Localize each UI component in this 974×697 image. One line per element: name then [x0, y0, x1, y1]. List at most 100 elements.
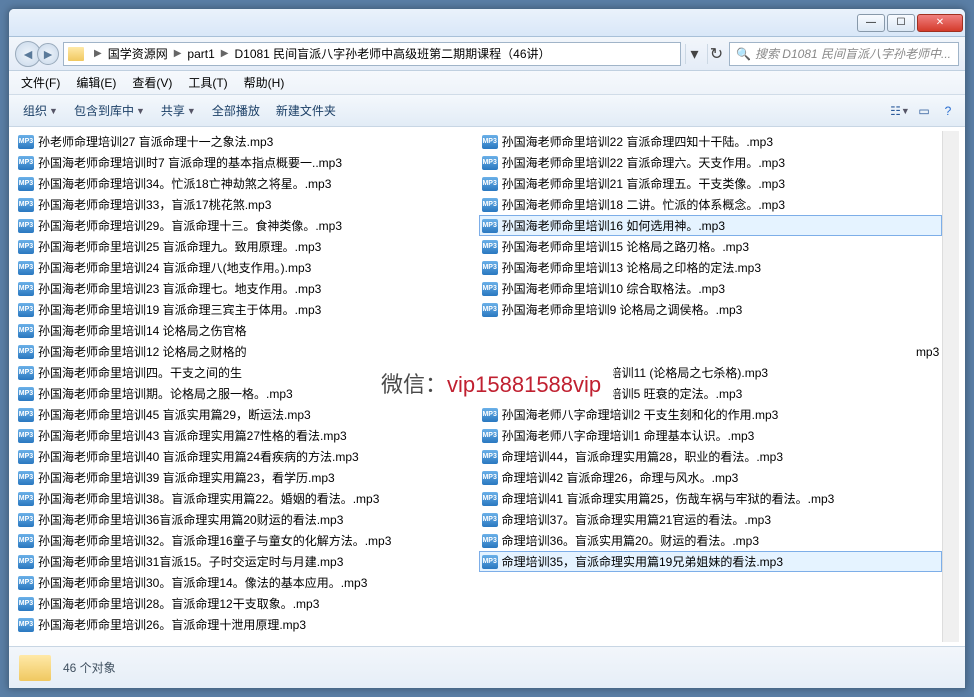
folder-icon: [19, 655, 51, 681]
file-name: 孙国海老师命里培训19 盲派命理三宾主于体用。.mp3: [38, 301, 321, 318]
status-text: 46 个对象: [63, 659, 116, 676]
file-item[interactable]: MP3孙国海老师命里培训40 盲派命理实用篇24看疾病的方法.mp3: [15, 446, 479, 467]
file-name: 命理培训42 盲派命理26，命理与风水。.mp3: [502, 469, 739, 486]
minimize-button[interactable]: —: [857, 14, 885, 32]
mp3-icon: MP3: [18, 513, 34, 527]
file-item[interactable]: MP3 孙国海老师命里培训9 论格局之调侯格。.mp3: [479, 299, 943, 320]
file-name: 孙国海老师命里培训28。盲派命理12干支取象。.mp3: [38, 595, 319, 612]
file-item[interactable]: MP3孙国海老师命里培训36盲派命理实用篇20财运的看法.mp3: [15, 509, 479, 530]
file-item[interactable]: MP3命理培训35，盲派命理实用篇19兄弟姐妹的看法.mp3: [479, 551, 943, 572]
mp3-icon: MP3: [18, 198, 34, 212]
crumb-item[interactable]: part1: [185, 47, 216, 61]
mp3-icon: MP3: [18, 534, 34, 548]
chevron-icon[interactable]: ▶: [90, 48, 106, 59]
file-name: 孙国海老师命里培训9 论格局之调侯格。.mp3: [502, 301, 743, 318]
file-name: 孙国海老师命里培训21 盲派命理五。干支类像。.mp3: [502, 175, 785, 192]
file-item[interactable]: MP3孙国海老师命里培训14 论格局之伤官格: [15, 320, 479, 341]
close-button[interactable]: ✕: [917, 14, 963, 32]
menu-help[interactable]: 帮助(H): [236, 72, 293, 93]
mp3-icon: MP3: [18, 135, 34, 149]
menubar: 文件(F) 编辑(E) 查看(V) 工具(T) 帮助(H): [9, 71, 965, 95]
mp3-icon: MP3: [18, 261, 34, 275]
file-item[interactable]: MP3孙老师命理培训27 盲派命理十一之象法.mp3: [15, 131, 479, 152]
file-item[interactable]: MP3孙国海老师命里培训15 论格局之路刃格。.mp3: [479, 236, 943, 257]
mp3-icon: MP3: [482, 135, 498, 149]
file-item[interactable]: MP3孙国海老师命里培训28。盲派命理12干支取象。.mp3: [15, 593, 479, 614]
mp3-icon: MP3: [18, 576, 34, 590]
file-list-area: MP3孙老师命理培训27 盲派命理十一之象法.mp3MP3孙国海老师命理培训时7…: [9, 127, 965, 646]
forward-button[interactable]: ►: [37, 43, 59, 65]
titlebar: — ☐ ✕: [9, 9, 965, 37]
file-item[interactable]: MP3孙国海老师命理培训时7 盲派命理的基本指点概要一..mp3: [15, 152, 479, 173]
file-name: 孙国海老师命里培训15 论格局之路刃格。.mp3: [502, 238, 749, 255]
file-item[interactable]: MP3孙国海老师命里培训38。盲派命理实用篇22。婚姻的看法。.mp3: [15, 488, 479, 509]
menu-tools[interactable]: 工具(T): [180, 72, 235, 93]
toolbar: 组织▼ 包含到库中▼ 共享▼ 全部播放 新建文件夹 ☷ ▼ ▭ ?: [9, 95, 965, 127]
mp3-icon: MP3: [482, 492, 498, 506]
folder-icon: [68, 47, 84, 61]
file-item[interactable]: MP3孙国海老师命理培训29。盲派命理十三。食神类像。.mp3: [15, 215, 479, 236]
file-item[interactable]: MP3孙国海老师命里培训21 盲派命理五。干支类像。.mp3: [479, 173, 943, 194]
file-name: 孙国海老师命里培训10 综合取格法。.mp3: [502, 280, 725, 297]
mp3-icon: MP3: [482, 471, 498, 485]
file-item[interactable]: MP3孙国海老师命里培训39 盲派命理实用篇23，看学历.mp3: [15, 467, 479, 488]
file-item[interactable]: MP3命理培训41 盲派命理实用篇25，伤哉车祸与牢狱的看法。.mp3: [479, 488, 943, 509]
file-item[interactable]: MP3孙国海老师命里培训24 盲派命理八(地支作用。).mp3: [15, 257, 479, 278]
file-item[interactable]: MP3孙国海老师命里培训16 如何选用神。.mp3: [479, 215, 943, 236]
share-button[interactable]: 共享▼: [153, 98, 204, 123]
scrollbar[interactable]: [942, 131, 959, 642]
file-name: 孙国海老师命里培训25 盲派命理九。致用原理。.mp3: [38, 238, 321, 255]
mp3-icon: MP3: [482, 303, 498, 317]
file-item[interactable]: MP3孙国海老师八字命理培训1 命理基本认识。.mp3: [479, 425, 943, 446]
breadcrumb-dropdown[interactable]: ▾: [685, 44, 703, 64]
organize-button[interactable]: 组织▼: [15, 98, 66, 123]
file-item[interactable]: MP3 命理培训42 盲派命理26，命理与风水。.mp3: [479, 467, 943, 488]
help-icon[interactable]: ?: [937, 100, 959, 122]
watermark-overlay: 微信：vip15881588vip: [369, 359, 613, 407]
file-item[interactable]: MP3孙国海老师命里培训30。盲派命理14。像法的基本应用。.mp3: [15, 572, 479, 593]
file-item[interactable]: MP3命理培训37。盲派命理实用篇21官运的看法。.mp3: [479, 509, 943, 530]
menu-edit[interactable]: 编辑(E): [68, 72, 124, 93]
breadcrumb[interactable]: ▶ 国学资源网 ▶ part1 ▶ D1081 民间盲派八字孙老师中高级班第二期…: [63, 42, 681, 66]
preview-pane-icon[interactable]: ▭: [913, 100, 935, 122]
search-placeholder: 搜索 D1081 民间盲派八字孙老师中...: [755, 45, 951, 62]
refresh-button[interactable]: ↻: [707, 44, 725, 64]
chevron-icon[interactable]: ▶: [170, 48, 186, 59]
crumb-item[interactable]: D1081 民间盲派八字孙老师中高级班第二期期课程（46讲）: [232, 45, 552, 62]
file-item[interactable]: MP3命理培训44，盲派命理实用篇28，职业的看法。.mp3: [479, 446, 943, 467]
file-item[interactable]: MP3 孙国海老师命里培训25 盲派命理九。致用原理。.mp3: [15, 236, 479, 257]
file-item[interactable]: MP3命理培训36。盲派实用篇20。财运的看法。.mp3: [479, 530, 943, 551]
mp3-icon: MP3: [482, 408, 498, 422]
file-item[interactable]: MP3孙国海老师命里培训31盲派15。子时交运定时与月建.mp3: [15, 551, 479, 572]
menu-view[interactable]: 查看(V): [124, 72, 180, 93]
newfolder-button[interactable]: 新建文件夹: [268, 98, 344, 123]
mp3-icon: MP3: [18, 471, 34, 485]
chevron-icon[interactable]: ▶: [217, 48, 233, 59]
crumb-item[interactable]: 国学资源网: [106, 45, 170, 62]
playall-button[interactable]: 全部播放: [204, 98, 268, 123]
file-item[interactable]: MP3孙国海老师命里培训22 盲派命理六。天支作用。.mp3: [479, 152, 943, 173]
file-item[interactable]: MP3孙国海老师命里培训43 盲派命理实用篇27性格的看法.mp3: [15, 425, 479, 446]
mp3-icon: MP3: [18, 240, 34, 254]
file-item[interactable]: MP3孙国海老师命理培训33，盲派17桃花煞.mp3: [15, 194, 479, 215]
file-item[interactable]: MP3 孙国海老师命里培训22 盲派命理四知十干陆。.mp3: [479, 131, 943, 152]
file-name: 孙国海老师命里培训22 盲派命理四知十干陆。.mp3: [502, 133, 773, 150]
file-item[interactable]: [479, 320, 943, 341]
menu-file[interactable]: 文件(F): [13, 72, 68, 93]
mp3-icon: MP3: [18, 366, 34, 380]
maximize-button[interactable]: ☐: [887, 14, 915, 32]
view-options-icon[interactable]: ☷ ▼: [889, 100, 911, 122]
file-item[interactable]: MP3孙国海老师命里培训13 论格局之印格的定法.mp3: [479, 257, 943, 278]
file-item[interactable]: MP3孙国海老师命里培训26。盲派命理十泄用原理.mp3: [15, 614, 479, 635]
include-button[interactable]: 包含到库中▼: [66, 98, 153, 123]
file-item[interactable]: MP3孙国海老师命里培训32。盲派命理16童子与童女的化解方法。.mp3: [15, 530, 479, 551]
file-name: 命理培训35，盲派命理实用篇19兄弟姐妹的看法.mp3: [502, 553, 783, 570]
file-item[interactable]: MP3孙国海老师命里培训45 盲派实用篇29，断运法.mp3: [15, 404, 479, 425]
search-input[interactable]: 🔍 搜索 D1081 民间盲派八字孙老师中...: [729, 42, 959, 66]
file-item[interactable]: MP3孙国海老师命里培训23 盲派命理七。地支作用。.mp3: [15, 278, 479, 299]
file-item[interactable]: MP3孙国海老师命里培训19 盲派命理三宾主于体用。.mp3: [15, 299, 479, 320]
file-item[interactable]: MP3孙国海老师命里培训10 综合取格法。.mp3: [479, 278, 943, 299]
file-item[interactable]: MP3孙国海老师命理培训34。忙派18亡神劫煞之将星。.mp3: [15, 173, 479, 194]
file-item[interactable]: MP3孙国海老师八字命理培训2 干支生刻和化的作用.mp3: [479, 404, 943, 425]
file-item[interactable]: MP3孙国海老师命里培训18 二讲。忙派的体系概念。.mp3: [479, 194, 943, 215]
